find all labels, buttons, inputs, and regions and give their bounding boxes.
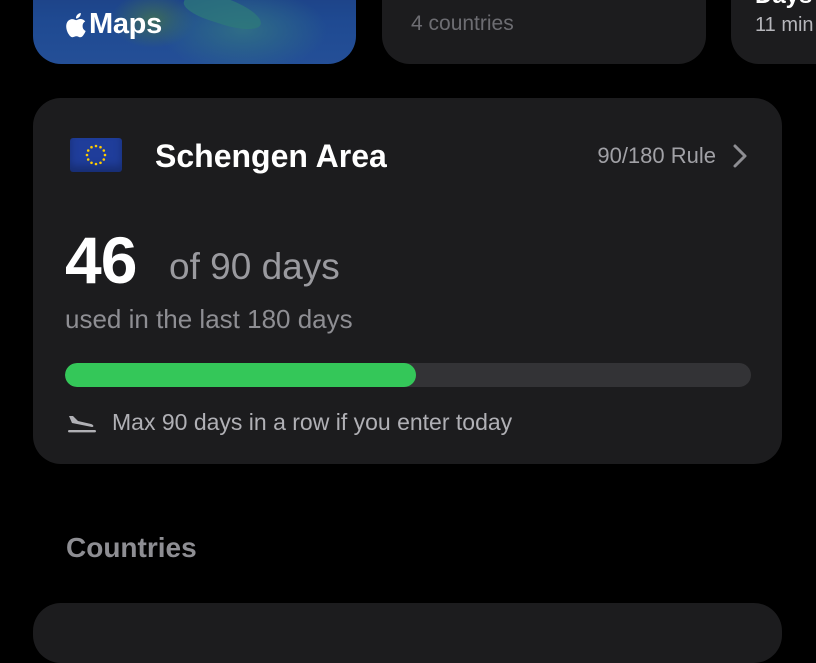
countries-summary-card[interactable]: 4 countries bbox=[382, 0, 706, 64]
maps-label: Maps bbox=[89, 8, 162, 40]
rule-link-label: 90/180 Rule bbox=[597, 143, 716, 168]
days-progress-fill bbox=[65, 363, 416, 387]
max-stay-text: Max 90 days in a row if you enter today bbox=[112, 409, 513, 435]
total-days-label: of 90 days bbox=[169, 246, 340, 287]
days-progress-bar bbox=[65, 363, 751, 387]
countries-section-title: Countries bbox=[66, 532, 197, 563]
days-summary-card[interactable]: Days 11 min bbox=[731, 0, 816, 64]
max-stay-row: Max 90 days in a row if you enter today bbox=[66, 409, 512, 436]
maps-logo: Maps bbox=[63, 8, 162, 41]
rule-link[interactable]: 90/180 Rule bbox=[597, 142, 748, 170]
days-card-subtitle: 11 min bbox=[755, 14, 814, 36]
period-label: used in the last 180 days bbox=[65, 304, 353, 334]
countries-count: 4 countries bbox=[411, 12, 514, 35]
days-card-title: Days bbox=[755, 0, 812, 10]
maps-card[interactable]: Maps bbox=[33, 0, 356, 64]
eu-flag-icon bbox=[70, 138, 122, 172]
map-terrain bbox=[180, 0, 266, 36]
region-title: Schengen Area bbox=[155, 138, 387, 174]
used-days-count: 46 bbox=[65, 223, 137, 297]
apple-icon bbox=[66, 12, 86, 37]
schengen-card[interactable]: Schengen Area 90/180 Rule 46 of 90 days … bbox=[33, 98, 782, 464]
countries-list-card[interactable] bbox=[33, 603, 782, 663]
plane-landing-icon bbox=[68, 415, 96, 432]
chevron-right-icon bbox=[733, 144, 747, 168]
